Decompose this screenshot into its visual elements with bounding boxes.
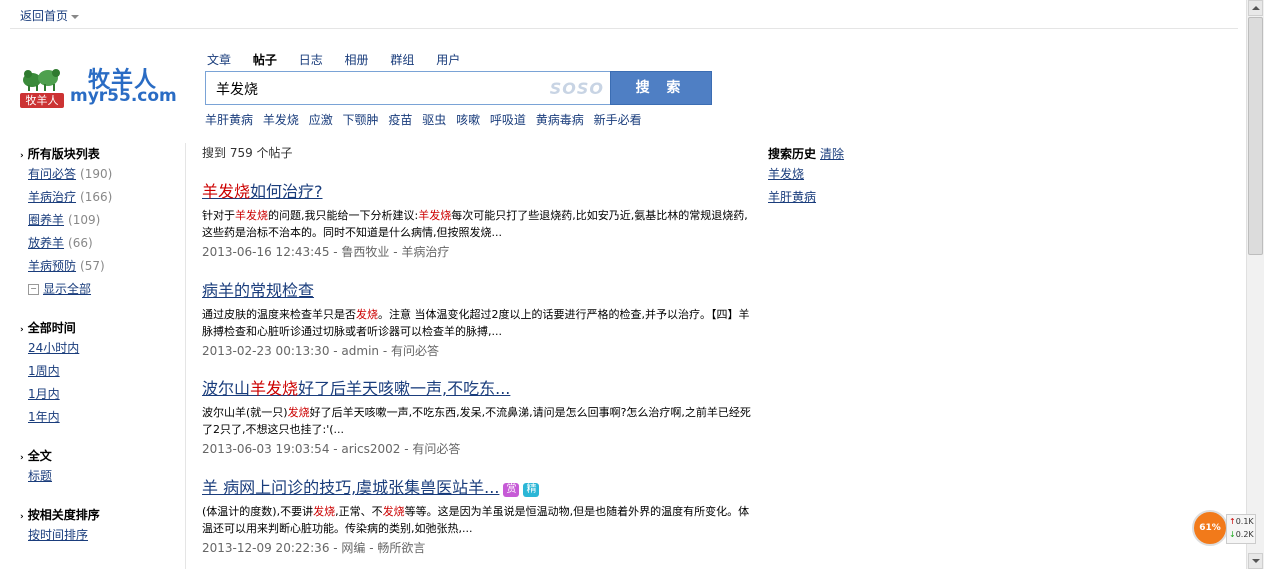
result-title-link[interactable]: 羊发烧如何治疗?	[202, 178, 323, 202]
download-arrow-icon: ↓	[1229, 530, 1236, 539]
time-filter-item[interactable]: 1月内	[20, 383, 170, 406]
sheep-logo-icon	[23, 69, 60, 91]
history-item[interactable]: 羊肝黄病	[768, 186, 928, 209]
hot-word[interactable]: 黄病毒病	[536, 113, 584, 127]
result-title-link[interactable]: 羊 病网上问诊的技巧,虞城张集兽医站羊...	[202, 474, 499, 498]
featured-tag: 精	[523, 482, 540, 497]
chevron-right-icon: ›	[20, 151, 24, 161]
scroll-up-button[interactable]	[1248, 0, 1263, 16]
result-item: 羊发烧如何治疗? 针对于羊发烧的问题,我只能给一下分析建议:羊发烧每次可能只打了…	[202, 178, 757, 260]
result-count: 搜到 759 个帖子	[202, 146, 293, 160]
show-all-forums[interactable]: − 显示全部	[20, 278, 170, 301]
speed-gauge: 61%	[1192, 510, 1228, 546]
search-results: 搜到 759 个帖子 羊发烧如何治疗? 针对于羊发烧的问题,我只能给一下分析建议…	[202, 143, 757, 555]
search-box: SOSO	[205, 71, 610, 105]
vertical-scrollbar[interactable]	[1246, 0, 1264, 569]
result-meta: 2013-02-23 00:13:30 - admin - 有问必答	[202, 344, 439, 358]
time-filter-item[interactable]: 1年内	[20, 406, 170, 429]
result-snippet: (体温计的度数),不要讲发烧,正常、不发烧等等。这是因为羊虽说是恒温动物,但是也…	[202, 505, 750, 535]
sort-filter-item[interactable]: 按时间排序	[20, 524, 170, 547]
hot-word[interactable]: 应激	[309, 113, 333, 127]
reward-tag: 赏	[503, 482, 520, 497]
filter-sidebar: › 所有版块列表 有问必答 (190) 羊病治疗 (166) 圈养羊 (109) 放养羊…	[20, 145, 170, 547]
speed-panel: ↑0.1K ↓0.2K	[1226, 514, 1256, 544]
expand-icon: −	[28, 284, 39, 295]
network-speed-widget[interactable]: 61% ↑0.1K ↓0.2K	[1192, 510, 1256, 548]
result-snippet: 通过皮肤的温度来检查羊只是否发烧。注意 当体温变化超过2度以上的话要进行严格的检…	[202, 308, 750, 338]
hot-word[interactable]: 咳嗽	[456, 113, 480, 127]
sort-filter-title: › 按相关度排序	[20, 508, 100, 522]
soso-watermark: SOSO	[549, 79, 604, 98]
tab-articles[interactable]: 文章	[207, 53, 231, 67]
scope-filter-title: › 全文	[20, 449, 52, 463]
forum-item[interactable]: 放养羊 (66)	[20, 232, 170, 255]
scope-filter-item[interactable]: 标题	[20, 465, 170, 488]
hot-words: 羊肝黄病 羊发烧 应激 下颚肿 疫苗 驱虫 咳嗽 呼吸道 黄病毒病 新手必看	[205, 111, 648, 128]
history-item[interactable]: 羊发烧	[768, 163, 928, 186]
hot-word[interactable]: 羊发烧	[263, 113, 299, 127]
time-filter-title: › 全部时间	[20, 321, 76, 335]
chevron-down-icon	[71, 14, 80, 19]
time-filter-item[interactable]: 1周内	[20, 360, 170, 383]
result-item: 病羊的常规检查 通过皮肤的温度来检查羊只是否发烧。注意 当体温变化超过2度以上的…	[202, 277, 757, 359]
logo-badge: 牧羊人	[20, 93, 64, 108]
search-button[interactable]: 搜 索	[610, 71, 712, 105]
chevron-right-icon: ›	[20, 453, 24, 463]
hot-word[interactable]: 呼吸道	[490, 113, 526, 127]
result-meta: 2013-06-03 19:03:54 - arics2002 - 有问必答	[202, 442, 461, 456]
history-title: 搜索历史 清除	[768, 147, 845, 161]
tab-groups[interactable]: 群组	[390, 53, 414, 67]
tab-albums[interactable]: 相册	[345, 53, 369, 67]
result-meta: 2013-12-09 20:22:36 - 网编 - 畅所欲言	[202, 541, 426, 555]
hot-word[interactable]: 新手必看	[594, 113, 642, 127]
top-divider	[10, 28, 1238, 29]
search-input[interactable]	[214, 73, 548, 105]
search-tabs: 文章 帖子 日志 相册 群组 用户	[207, 51, 478, 68]
tab-logs[interactable]: 日志	[299, 53, 323, 67]
sidebar-divider	[185, 143, 186, 569]
result-meta: 2013-06-16 12:43:45 - 鲁西牧业 - 羊病治疗	[202, 245, 450, 259]
chevron-right-icon: ›	[20, 325, 24, 335]
forum-item[interactable]: 有问必答 (190)	[20, 163, 170, 186]
scroll-thumb[interactable]	[1248, 17, 1263, 255]
result-item: 羊 病网上问诊的技巧,虞城张集兽医站羊... 赏精 (体温计的度数),不要讲发烧,…	[202, 474, 757, 556]
forum-item[interactable]: 羊病治疗 (166)	[20, 186, 170, 209]
result-snippet: 波尔山羊(就一只)发烧好了后羊天咳嗽一声,不吃东西,发呆,不流鼻涕,请问是怎么回…	[202, 406, 751, 436]
chevron-right-icon: ›	[20, 512, 24, 522]
forum-list-title: › 所有版块列表	[20, 147, 100, 161]
upload-arrow-icon: ↑	[1229, 517, 1236, 526]
tab-users[interactable]: 用户	[436, 53, 460, 67]
result-snippet: 针对于羊发烧的问题,我只能给一下分析建议:羊发烧每次可能只打了些退烧药,比如安乃…	[202, 209, 748, 239]
hot-word[interactable]: 下颚肿	[343, 113, 379, 127]
time-filter-item[interactable]: 24小时内	[20, 337, 170, 360]
hot-word[interactable]: 疫苗	[388, 113, 412, 127]
result-title-link[interactable]: 病羊的常规检查	[202, 277, 314, 301]
forum-item[interactable]: 圈养羊 (109)	[20, 209, 170, 232]
result-item: 波尔山羊发烧好了后羊天咳嗽一声,不吃东... 波尔山羊(就一只)发烧好了后羊天咳…	[202, 375, 757, 457]
search-history: 搜索历史 清除 羊发烧 羊肝黄病	[768, 145, 928, 209]
site-logo[interactable]: 牧羊人 牧羊人 myr55.com	[18, 60, 183, 110]
hot-word[interactable]: 羊肝黄病	[205, 113, 253, 127]
back-home-link[interactable]: 返回首页	[20, 7, 80, 24]
scroll-down-button[interactable]	[1248, 553, 1263, 569]
clear-history-link[interactable]: 清除	[820, 147, 844, 161]
tab-posts[interactable]: 帖子	[253, 53, 277, 67]
forum-item[interactable]: 羊病预防 (57)	[20, 255, 170, 278]
hot-word[interactable]: 驱虫	[422, 113, 446, 127]
logo-text-en: myr55.com	[70, 86, 177, 106]
result-title-link[interactable]: 波尔山羊发烧好了后羊天咳嗽一声,不吃东...	[202, 375, 510, 399]
